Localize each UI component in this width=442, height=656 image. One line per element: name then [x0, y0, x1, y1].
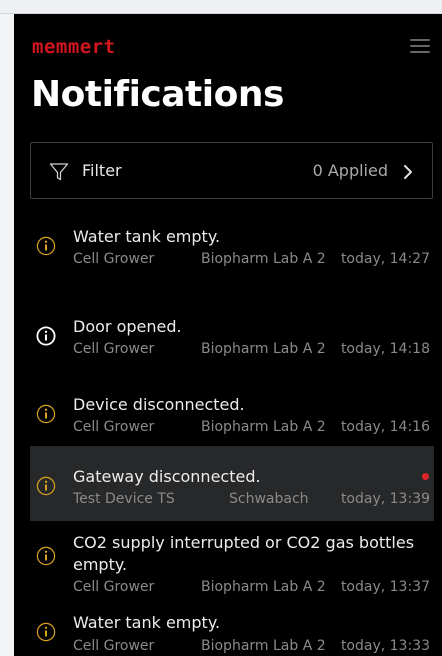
notification-time: today, 14:16 [340, 419, 430, 435]
notification-time: today, 13:39 [340, 491, 430, 507]
notification-device: Test Device TS [73, 491, 175, 507]
notification-title: CO2 supply interrupted or CO2 gas bottle… [73, 533, 415, 574]
notification-device: Cell Grower [73, 251, 155, 267]
notification-title: Water tank empty. [73, 227, 221, 246]
notification-title: Gateway disconnected. [73, 467, 261, 486]
notification-device: Cell Grower [73, 579, 155, 595]
notification-location: Biopharm Lab A 2 [201, 341, 326, 357]
filter-button[interactable]: Filter 0 Applied [30, 142, 433, 199]
info-circle-icon [36, 546, 56, 566]
unread-indicator [422, 473, 429, 480]
notification-item[interactable]: Water tank empty. Cell Grower Biopharm Lab… [30, 602, 434, 656]
notification-item[interactable]: Door opened. Cell Grower Biopharm Lab A 2 t… [30, 304, 434, 370]
notification-device: Cell Grower [73, 419, 155, 435]
notification-location: Biopharm Lab A 2 [201, 638, 326, 654]
notification-time: today, 14:18 [340, 341, 430, 357]
browser-top-strip [0, 0, 442, 14]
notification-item[interactable]: Water tank empty. Cell Grower Biopharm Lab… [30, 214, 434, 280]
notification-title: Device disconnected. [73, 395, 245, 414]
hamburger-menu-icon[interactable] [410, 38, 430, 54]
info-circle-icon [36, 404, 56, 424]
info-circle-icon [36, 622, 56, 642]
filter-applied-count: 0 Applied [312, 161, 388, 180]
notification-time: today, 13:33 [340, 638, 430, 654]
app-screen: memmert Notifications Filter 0 Applied W… [14, 14, 442, 656]
info-circle-icon [36, 476, 56, 496]
notification-title: Door opened. [73, 317, 182, 336]
notification-time: today, 13:37 [340, 579, 430, 595]
notification-location: Schwabach [229, 491, 309, 507]
notification-item[interactable]: CO2 supply interrupted or CO2 gas bottle… [30, 526, 434, 599]
notification-device: Cell Grower [73, 638, 155, 654]
notification-item[interactable]: Device disconnected. Cell Grower Biopharm … [30, 382, 434, 448]
filter-label: Filter [82, 161, 122, 180]
notification-location: Biopharm Lab A 2 [201, 579, 326, 595]
page-title: Notifications [31, 74, 284, 115]
notification-location: Biopharm Lab A 2 [201, 251, 326, 267]
notification-item[interactable]: Gateway disconnected. Test Device TS Schwa… [30, 446, 434, 521]
chevron-right-icon [404, 165, 412, 179]
notification-title: Water tank empty. [73, 613, 221, 632]
memmert-logo: memmert [32, 36, 116, 58]
info-circle-icon [36, 236, 56, 256]
notification-location: Biopharm Lab A 2 [201, 419, 326, 435]
info-circle-icon [36, 326, 56, 346]
notification-time: today, 14:27 [340, 251, 430, 267]
notification-device: Cell Grower [73, 341, 155, 357]
filter-funnel-icon [49, 163, 69, 181]
